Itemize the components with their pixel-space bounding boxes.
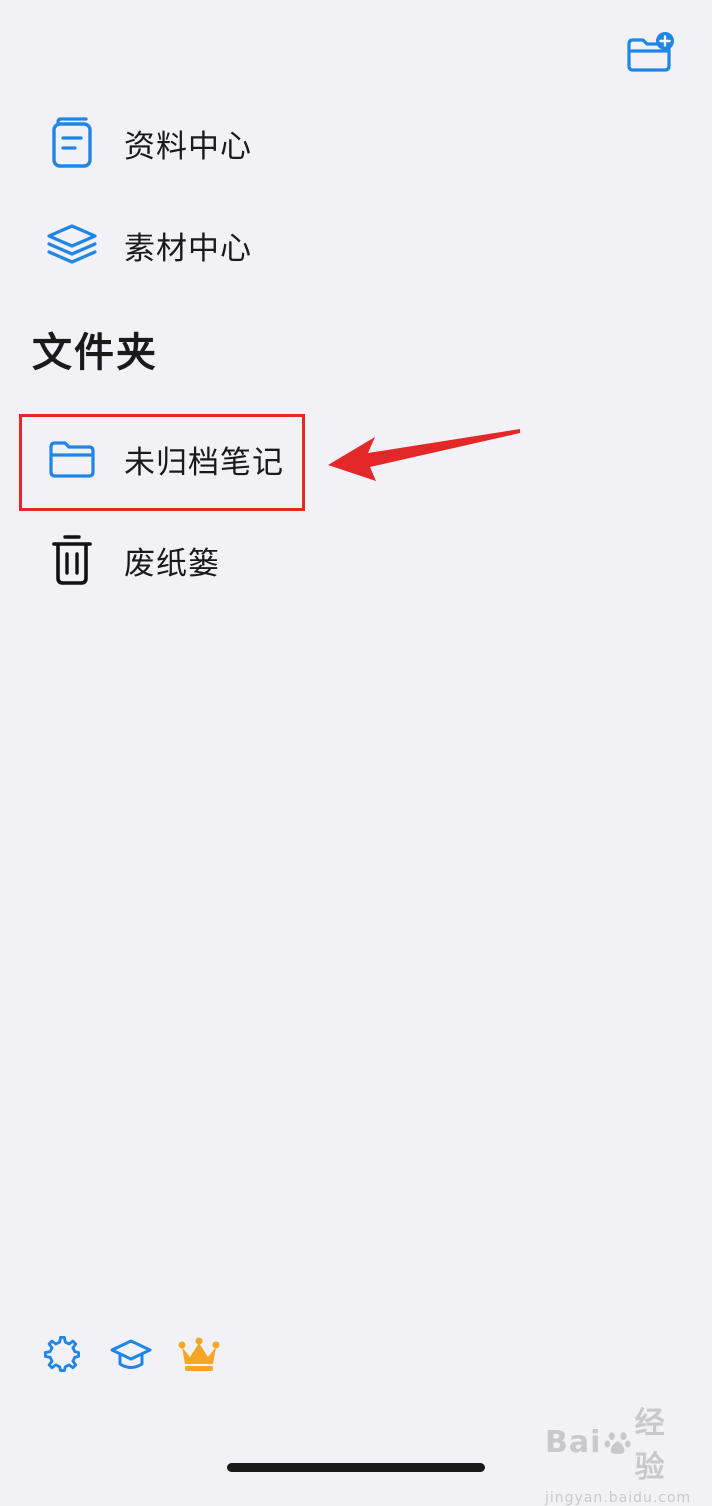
- highlight-box: [19, 414, 305, 511]
- gear-icon[interactable]: [40, 1332, 86, 1378]
- folder-item-label: 废纸篓: [124, 545, 220, 582]
- new-folder-button[interactable]: [620, 28, 680, 78]
- watermark-brand-right: 经验: [634, 1406, 666, 1485]
- nav-item-label: 素材中心: [124, 230, 252, 267]
- watermark-domain: jingyan.baidu.com: [545, 1490, 692, 1506]
- nav-item-material-center[interactable]: 素材中心: [18, 199, 302, 291]
- paw-logo-icon: [604, 1432, 632, 1454]
- folders-section-title: 文件夹: [32, 330, 158, 376]
- watermark-brand: Bai 经验: [545, 1398, 695, 1486]
- home-indicator[interactable]: [227, 1463, 485, 1472]
- layers-icon: [44, 217, 100, 273]
- trash-icon: [44, 532, 100, 588]
- bottom-toolbar: [40, 1330, 222, 1380]
- annotation-arrow: [320, 425, 530, 490]
- crown-icon[interactable]: [176, 1332, 222, 1378]
- folder-plus-icon: [627, 32, 674, 72]
- nav-item-label: 资料中心: [124, 128, 252, 165]
- document-icon: [44, 115, 100, 171]
- nav-item-resource-center[interactable]: 资料中心: [18, 97, 302, 189]
- watermark-brand-left: Bai: [545, 1424, 602, 1460]
- graduation-cap-icon[interactable]: [108, 1332, 154, 1378]
- folder-item-trash[interactable]: 废纸篓: [18, 514, 302, 606]
- watermark: Bai 经验 jingyan.baidu.com: [545, 1398, 695, 1506]
